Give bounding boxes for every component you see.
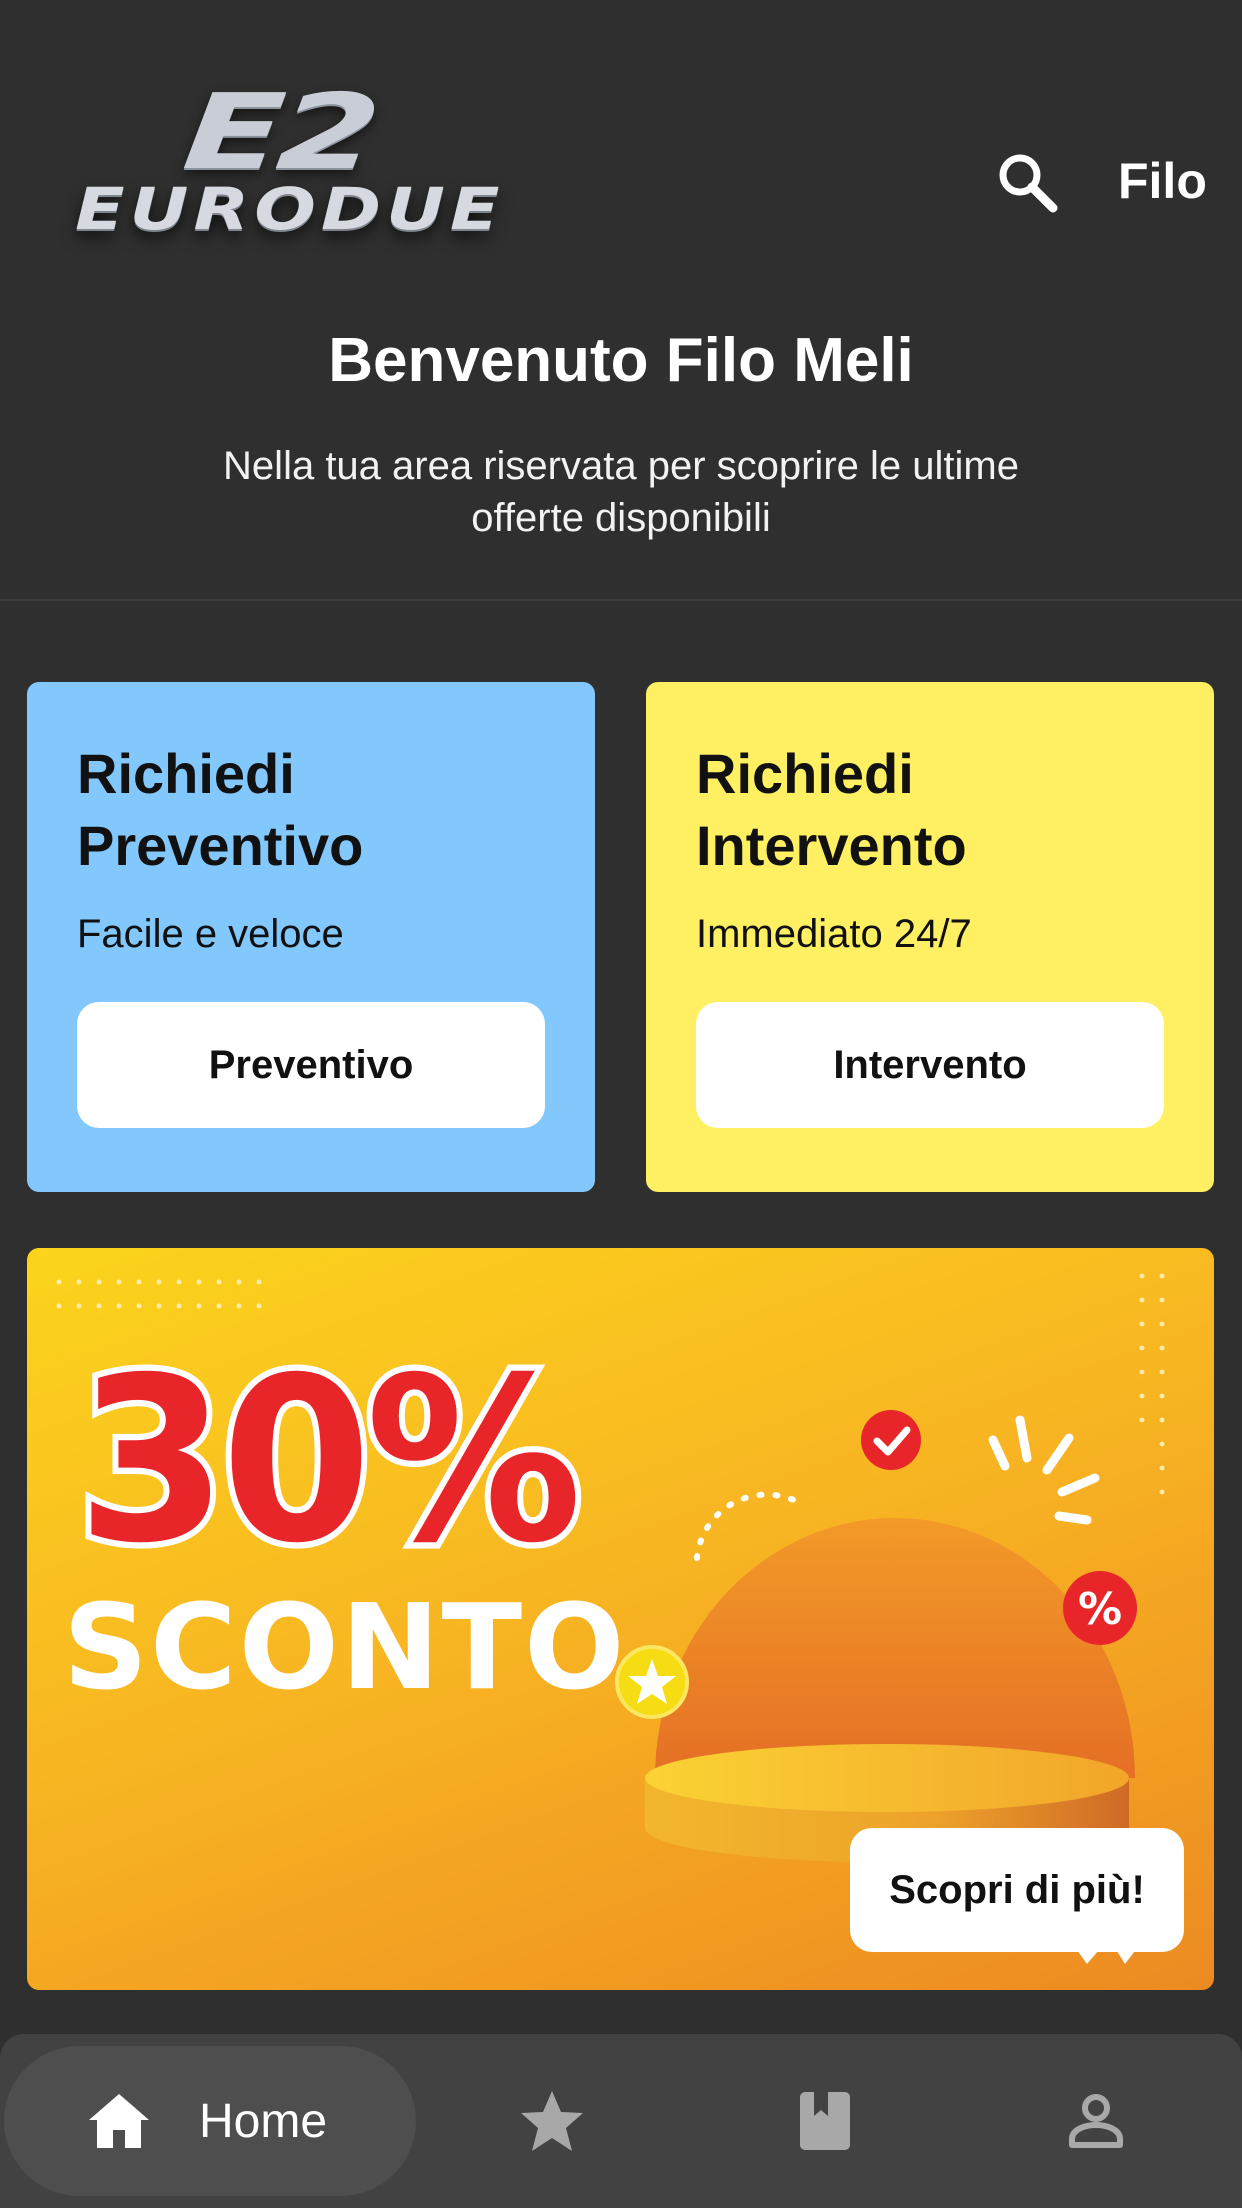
check-badge-icon bbox=[861, 1410, 921, 1470]
home-icon bbox=[88, 2094, 149, 2148]
quote-button[interactable]: Preventivo bbox=[77, 1002, 545, 1128]
nav-favorites[interactable] bbox=[492, 2034, 612, 2208]
person-icon bbox=[1069, 2094, 1123, 2148]
discover-more-button[interactable]: Scopri di più! bbox=[850, 1828, 1184, 1952]
nav-profile[interactable] bbox=[1036, 2034, 1156, 2208]
sun-dome bbox=[655, 1518, 1135, 1778]
nav-home[interactable]: Home bbox=[4, 2046, 416, 2196]
welcome-subtitle: Nella tua area riservata per scoprire le… bbox=[223, 444, 1019, 540]
intervention-request-card: Richiedi Intervento Immediato 24/7 Inter… bbox=[646, 682, 1214, 1192]
star-icon bbox=[521, 2091, 583, 2151]
discount-promo-banner[interactable]: % 30% SCONTO Scopri di più! bbox=[27, 1248, 1214, 1990]
logo-wordmark: EURODUE bbox=[75, 175, 505, 243]
decor-dots-right bbox=[1139, 1273, 1165, 1495]
search-icon[interactable] bbox=[995, 150, 1061, 216]
nav-home-label: Home bbox=[198, 2094, 328, 2148]
bottom-navigation: Home bbox=[0, 2034, 1242, 2208]
promo-discount-percent: 30% bbox=[71, 1329, 588, 1593]
quote-card-subtitle: Facile e veloce bbox=[77, 912, 344, 956]
promo-discount-word: SCONTO bbox=[63, 1578, 627, 1716]
quote-card-title: Richiedi Preventivo bbox=[77, 742, 364, 877]
app-header: E2 EURODUE Filo bbox=[0, 0, 1242, 300]
quote-request-card: Richiedi Preventivo Facile e veloce Prev… bbox=[27, 682, 595, 1192]
user-menu-name[interactable]: Filo bbox=[1118, 152, 1207, 210]
logo-mark: E2 bbox=[178, 71, 381, 193]
svg-text:%: % bbox=[1078, 1584, 1122, 1635]
intervention-card-title: Richiedi Intervento bbox=[696, 742, 967, 877]
bookmark-book-icon bbox=[800, 2092, 850, 2150]
decor-dots-left bbox=[56, 1279, 262, 1309]
welcome-title: Benvenuto Filo Meli bbox=[328, 326, 914, 395]
nav-catalog[interactable] bbox=[765, 2034, 885, 2208]
header-divider bbox=[0, 599, 1242, 601]
eurodue-logo[interactable]: E2 EURODUE bbox=[75, 71, 499, 270]
intervention-card-subtitle: Immediato 24/7 bbox=[696, 912, 972, 956]
intervention-button[interactable]: Intervento bbox=[696, 1002, 1164, 1128]
